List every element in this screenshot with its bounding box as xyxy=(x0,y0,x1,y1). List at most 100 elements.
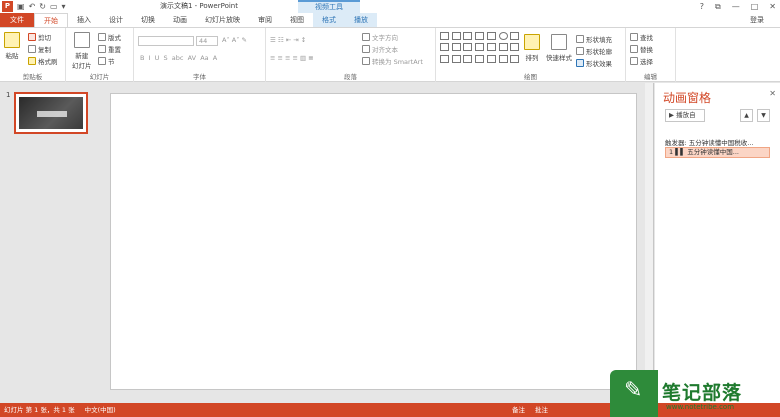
shape-curve-icon[interactable] xyxy=(451,54,461,63)
font-size-field[interactable]: 44 xyxy=(196,36,218,46)
shape-oval-icon[interactable] xyxy=(498,32,508,40)
language-indicator[interactable]: 中文(中国) xyxy=(85,403,116,417)
section-icon xyxy=(98,57,106,65)
align-text-button[interactable]: 对齐文本 xyxy=(362,44,398,54)
powerpoint-logo-icon: P xyxy=(2,1,13,12)
font-format-buttons[interactable]: B I U S abc AV Aa A xyxy=(140,54,217,62)
shape-fill-button[interactable]: 形状填充 xyxy=(576,34,612,44)
format-painter-button[interactable]: 格式刷 xyxy=(28,56,58,66)
shape-star-icon[interactable] xyxy=(510,54,520,63)
close-icon[interactable]: ✕ xyxy=(769,2,776,11)
tab-animations[interactable]: 动画 xyxy=(164,13,196,27)
replace-label: 替换 xyxy=(640,46,653,54)
arrange-button[interactable]: 排列 xyxy=(524,34,540,62)
shape-fill-icon xyxy=(576,35,584,43)
shape-curve-icon[interactable] xyxy=(475,54,485,63)
shape-rect-icon[interactable] xyxy=(510,32,520,40)
vertical-scrollbar[interactable] xyxy=(645,83,653,403)
shape-rect-icon[interactable] xyxy=(440,32,449,40)
align-buttons[interactable]: ≡ ≡ ≡ ≡ ▥ ≣ xyxy=(270,54,314,62)
reset-button[interactable]: 重置 xyxy=(98,44,121,54)
select-label: 选择 xyxy=(640,58,653,66)
slide-editing-area xyxy=(100,83,654,403)
tab-file[interactable]: 文件 xyxy=(0,13,34,27)
quick-styles-button[interactable]: 快速样式 xyxy=(546,34,572,62)
select-button[interactable]: 选择 xyxy=(630,56,653,66)
slides-group-label: 幻灯片 xyxy=(89,73,110,81)
tab-home[interactable]: 开始 xyxy=(34,13,68,27)
shape-outline-icon xyxy=(576,47,584,55)
shape-arrow-icon[interactable] xyxy=(463,43,473,52)
shape-rect-icon[interactable] xyxy=(510,43,520,52)
shape-effects-button[interactable]: 形状效果 xyxy=(576,58,612,68)
shapes-gallery[interactable] xyxy=(440,32,520,64)
shape-star-icon[interactable] xyxy=(486,43,496,52)
login-link[interactable]: 登录 xyxy=(750,13,764,27)
shape-curve-icon[interactable] xyxy=(463,54,473,63)
minimize-icon[interactable]: — xyxy=(732,2,740,11)
slideshow-icon[interactable]: ▭ xyxy=(50,1,58,12)
shape-line-icon[interactable] xyxy=(463,32,473,40)
replace-icon xyxy=(630,45,638,53)
shape-arrow-icon[interactable] xyxy=(475,43,485,52)
arrange-icon xyxy=(524,34,540,50)
notes-button[interactable]: 备注 xyxy=(512,403,525,417)
shape-line-icon[interactable] xyxy=(475,32,485,40)
shape-rect-icon[interactable] xyxy=(451,43,461,52)
paste-button[interactable]: 粘贴 xyxy=(4,32,20,60)
text-direction-button[interactable]: 文字方向 xyxy=(362,32,398,42)
shape-rect-icon[interactable] xyxy=(486,32,496,40)
font-name-field[interactable] xyxy=(138,36,194,46)
animation-list-item[interactable]: 1 ▌▌ 五分钟读懂中国... xyxy=(665,147,770,158)
ribbon-display-icon[interactable]: ⧉ xyxy=(715,2,721,12)
slide-thumbnail[interactable] xyxy=(14,92,88,134)
smartart-icon xyxy=(362,57,370,65)
maximize-icon[interactable]: □ xyxy=(751,2,759,11)
move-up-icon[interactable]: ▲ xyxy=(740,109,753,122)
find-button[interactable]: 查找 xyxy=(630,32,653,42)
convert-smartart-label: 转换为 SmartArt xyxy=(372,58,423,66)
tab-playback[interactable]: 播放 xyxy=(345,13,377,27)
replace-button[interactable]: 替换 xyxy=(630,44,653,54)
tab-design[interactable]: 设计 xyxy=(100,13,132,27)
shape-triangle-icon[interactable] xyxy=(440,43,449,52)
cut-button[interactable]: 剪切 xyxy=(28,32,51,42)
redo-icon[interactable]: ↻ xyxy=(39,1,46,12)
tab-slideshow[interactable]: 幻灯片放映 xyxy=(196,13,249,27)
move-down-icon[interactable]: ▼ xyxy=(757,109,770,122)
customize-qat-icon[interactable]: ▾ xyxy=(62,1,66,12)
copy-button[interactable]: 复制 xyxy=(28,44,51,54)
layout-button[interactable]: 版式 xyxy=(98,32,121,42)
shape-curve-icon[interactable] xyxy=(440,54,449,63)
help-icon[interactable]: ? xyxy=(700,2,704,11)
shape-effects-label: 形状效果 xyxy=(586,60,612,68)
shape-brace-icon[interactable] xyxy=(498,54,508,63)
tab-insert[interactable]: 插入 xyxy=(68,13,100,27)
shape-outline-button[interactable]: 形状轮廓 xyxy=(576,46,612,56)
new-slide-button[interactable]: 新建 幻灯片 xyxy=(72,32,92,70)
new-slide-label: 新建 幻灯片 xyxy=(72,52,92,70)
convert-smartart-button[interactable]: 转换为 SmartArt xyxy=(362,56,423,66)
font-size-buttons[interactable]: A˄ A˅ ✎ xyxy=(222,36,247,44)
tab-transitions[interactable]: 切换 xyxy=(132,13,164,27)
slide-canvas[interactable] xyxy=(110,93,637,390)
list-buttons[interactable]: ☰ ☷ ⇤ ⇥ ↕ xyxy=(270,36,306,44)
find-icon xyxy=(630,33,638,41)
cut-label: 剪切 xyxy=(38,34,51,42)
comments-button[interactable]: 批注 xyxy=(535,403,548,417)
shape-brace-icon[interactable] xyxy=(486,54,496,63)
window-controls: ? ⧉ — □ ✕ xyxy=(700,0,776,13)
close-icon[interactable]: ✕ xyxy=(769,89,776,98)
section-button[interactable]: 节 xyxy=(98,56,115,66)
status-left: 幻灯片 第 1 张，共 1 张 中文(中国) xyxy=(4,403,116,417)
play-from-button[interactable]: ▶ 播放自 xyxy=(665,109,705,122)
shape-arrow-icon[interactable] xyxy=(498,43,508,52)
tab-review[interactable]: 审阅 xyxy=(249,13,281,27)
tab-format[interactable]: 格式 xyxy=(313,13,345,27)
save-icon[interactable]: ▣ xyxy=(17,1,25,12)
quick-styles-label: 快速样式 xyxy=(546,54,572,62)
ribbon: 粘贴 剪切 复制 格式刷 剪贴板 新建 幻灯片 版式 重置 节 幻灯片 44 A… xyxy=(0,27,780,82)
undo-icon[interactable]: ↶ xyxy=(29,1,36,12)
tab-view[interactable]: 视图 xyxy=(281,13,313,27)
shape-rect-icon[interactable] xyxy=(451,32,461,40)
